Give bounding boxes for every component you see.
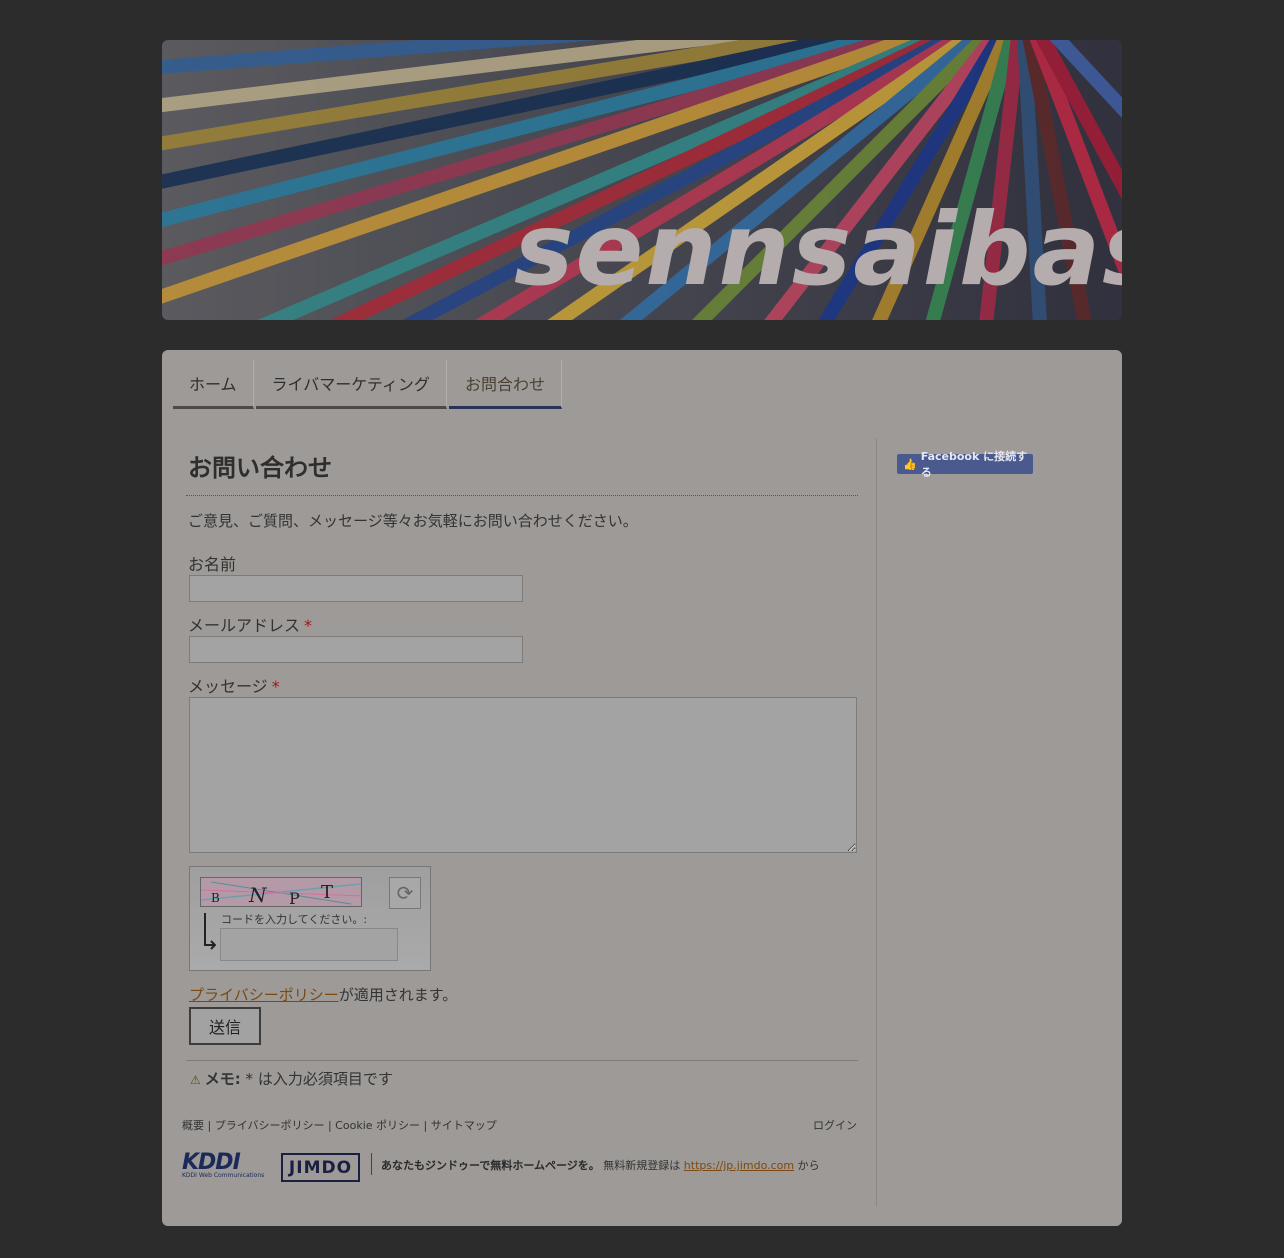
name-field-group: お名前 <box>186 551 858 602</box>
required-mark: * <box>304 616 313 635</box>
captcha-char: N <box>248 883 268 907</box>
promo-bold: あなたもジンドゥーで無料ホームページを。 <box>381 1159 600 1172</box>
privacy-suffix: が適用されます。 <box>338 986 458 1004</box>
site-title[interactable]: sennsaibasi <box>514 200 1122 300</box>
login-link[interactable]: ログイン <box>813 1117 857 1133</box>
page-title: お問い合わせ <box>186 440 858 496</box>
main-panel: ホーム ライバマーケティング お問合わせ お問い合わせ ご意見、ご質問、メッセー… <box>162 350 1122 1226</box>
facebook-label: Facebook に接続する <box>920 450 1028 479</box>
captcha-image: B N P T <box>200 877 362 907</box>
sidebar-divider <box>876 438 877 1206</box>
content-area: お問い合わせ ご意見、ご質問、メッセージ等々お気軽にお問い合わせください。 お名… <box>186 440 858 1088</box>
privacy-notice: プライバシーポリシーが適用されます。 <box>189 984 457 1005</box>
email-field-group: メールアドレス * <box>186 612 858 663</box>
nav-item-marketing[interactable]: ライバマーケティング <box>255 360 447 409</box>
memo-text: * は入力必須項目です <box>245 1070 393 1088</box>
message-label: メッセージ <box>188 677 268 696</box>
refresh-icon[interactable]: ⟳ <box>389 877 421 909</box>
footer-divider <box>371 1153 372 1175</box>
jimdo-logo[interactable]: JIMDO <box>281 1153 360 1182</box>
kddi-logo[interactable]: KDDI KDDI Web Communications <box>182 1150 264 1179</box>
nav-item-contact[interactable]: お問合わせ <box>448 360 562 409</box>
message-field-group: メッセージ * <box>186 673 858 853</box>
name-label: お名前 <box>188 555 237 574</box>
jimdo-signup-link[interactable]: https://jp.jimdo.com <box>684 1159 794 1172</box>
thumbs-up-icon: 👍 <box>903 457 917 471</box>
captcha-char: B <box>211 891 220 905</box>
arrow-icon <box>204 913 216 950</box>
required-mark: * <box>271 677 280 696</box>
captcha-char: T <box>321 882 333 903</box>
captcha-box: B N P T ⟳ コードを入力してください。: <box>189 866 431 971</box>
submit-button[interactable]: 送信 <box>189 1007 261 1045</box>
kddi-subtitle: KDDI Web Communications <box>182 1172 265 1179</box>
facebook-connect-button[interactable]: 👍 Facebook に接続する <box>897 450 1033 479</box>
promo-text: 無料新規登録は <box>599 1159 684 1172</box>
main-navigation: ホーム ライバマーケティング お問合わせ <box>173 360 564 410</box>
captcha-char: P <box>289 889 300 907</box>
name-input[interactable] <box>189 575 523 602</box>
message-textarea[interactable] <box>189 697 857 853</box>
intro-text: ご意見、ご質問、メッセージ等々お気軽にお問い合わせください。 <box>188 512 638 530</box>
email-label: メールアドレス <box>188 616 301 635</box>
nav-item-home[interactable]: ホーム <box>173 360 254 409</box>
header-banner: sennsaibasi <box>162 40 1122 320</box>
memo-label: メモ: <box>204 1070 241 1088</box>
footer-links[interactable]: 概要 | プライバシーポリシー | Cookie ポリシー | サイトマップ <box>182 1117 497 1133</box>
email-input[interactable] <box>189 636 523 663</box>
captcha-input[interactable] <box>220 928 398 961</box>
promo-suffix: から <box>794 1159 820 1172</box>
privacy-policy-link[interactable]: プライバシーポリシー <box>189 986 339 1004</box>
footer-promo: あなたもジンドゥーで無料ホームページを。 無料新規登録は https://jp.… <box>381 1157 820 1173</box>
warning-icon: ⚠ <box>190 1073 201 1087</box>
captcha-label: コードを入力してください。: <box>221 913 368 926</box>
memo-note: ⚠ メモ: * は入力必須項目です <box>186 1060 858 1089</box>
